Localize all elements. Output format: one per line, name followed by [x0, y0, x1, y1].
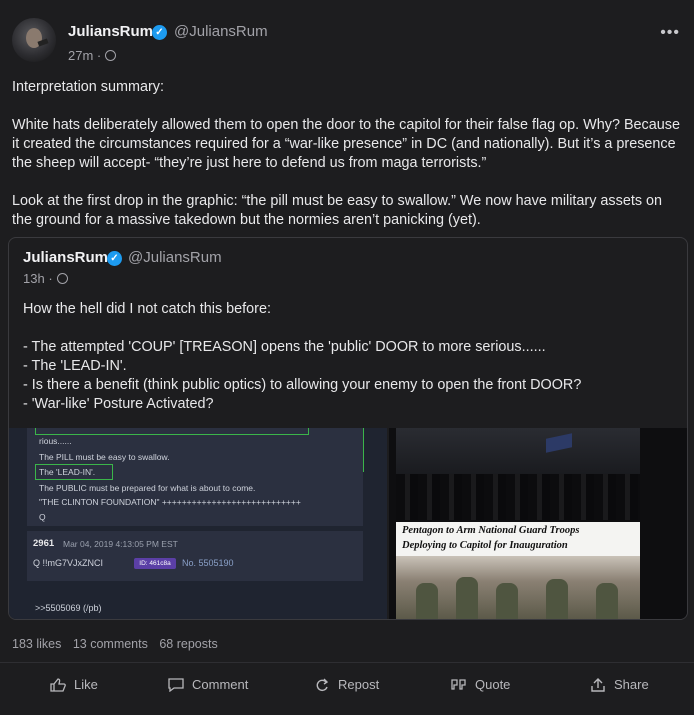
quote-label: Quote	[475, 677, 511, 692]
quote-line: How the hell did I not catch this before…	[23, 301, 271, 317]
drop-line: Q	[39, 512, 46, 522]
drop-line: rious......	[39, 436, 72, 446]
quote-line: - Is there a benefit (think public optic…	[23, 377, 582, 393]
highlight-frame	[363, 428, 364, 472]
post-no: No. 5505190	[182, 558, 234, 568]
comments-count[interactable]: 13 comments	[73, 637, 148, 651]
post-card: JuliansRum ✓ @JuliansRum 27m · ••• Inter…	[0, 0, 694, 715]
post-paragraph: White hats deliberately allowed them to …	[12, 117, 680, 171]
soldier-shape	[456, 577, 478, 619]
reposts-count[interactable]: 68 reposts	[159, 637, 217, 651]
comment-label: Comment	[192, 677, 249, 692]
drop-line: The PILL must be easy to swallow.	[39, 452, 170, 462]
quoted-post[interactable]: JuliansRum ✓ @JuliansRum 13h · How the h…	[8, 237, 688, 620]
crowd-photo	[396, 428, 640, 520]
id-badge: ID: 461c8a	[134, 558, 176, 569]
author-name[interactable]: JuliansRum	[68, 23, 153, 40]
comment-button[interactable]: Comment	[168, 677, 248, 697]
quote-button[interactable]: Quote	[451, 677, 510, 697]
drop-line: "THE CLINTON FOUNDATION" +++++++++++++++…	[39, 497, 301, 507]
quote-author-name[interactable]: JuliansRum	[23, 249, 108, 266]
q-drop-screenshot[interactable]: rious...... The PILL must be easy to swa…	[9, 428, 387, 619]
quote-time-row: 13h ·	[23, 271, 68, 286]
like-button[interactable]: Like	[50, 677, 98, 697]
soldier-shape	[416, 583, 438, 619]
soldier-shape	[496, 583, 518, 619]
drop-line: The 'LEAD-IN'.	[39, 467, 96, 477]
reply-ref: >>5505069 (/pb)	[35, 603, 102, 613]
q-post-header: 2961 Mar 04, 2019 4:13:05 PM EST Q !!mG7…	[27, 531, 363, 581]
quote-line: - The attempted 'COUP' [TREASON] opens t…	[23, 339, 546, 355]
share-icon	[591, 678, 605, 692]
news-image[interactable]: Pentagon to Arm National Guard Troops De…	[389, 428, 687, 619]
post-body: Interpretation summary: White hats delib…	[12, 78, 684, 230]
post-number: 2961	[33, 538, 55, 549]
headline-line: Pentagon to Arm National Guard Troops	[402, 525, 580, 536]
author-handle[interactable]: @JuliansRum	[174, 23, 268, 40]
post-paragraph: Look at the first drop in the graphic: “…	[12, 193, 663, 228]
post-time[interactable]: 27m	[68, 48, 93, 63]
q-drop-box: rious...... The PILL must be easy to swa…	[27, 428, 363, 526]
drop-line: The PUBLIC must be prepared for what is …	[39, 483, 256, 493]
ellipsis-icon[interactable]: •••	[660, 24, 680, 42]
verified-badge-icon: ✓	[152, 25, 167, 40]
post-stats: 183 likes 13 comments 68 reposts	[12, 637, 218, 651]
post-date: Mar 04, 2019 4:13:05 PM EST	[63, 539, 178, 549]
quote-author-handle[interactable]: @JuliansRum	[128, 249, 222, 266]
globe-icon	[56, 273, 68, 284]
repost-label: Repost	[338, 677, 380, 692]
flag-shape	[546, 433, 572, 453]
likes-count[interactable]: 183 likes	[12, 637, 61, 651]
repost-icon	[316, 678, 329, 692]
tripcode: Q !!mG7VJxZNCI	[33, 558, 104, 568]
headline-line: Deploying to Capitol for Inauguration	[402, 540, 568, 551]
avatar[interactable]	[12, 18, 56, 62]
soldier-shape	[596, 583, 618, 619]
share-label: Share	[614, 677, 649, 692]
highlight-frame	[35, 428, 309, 435]
like-label: Like	[74, 677, 98, 692]
divider	[0, 662, 694, 663]
repost-button[interactable]: Repost	[314, 677, 379, 697]
comment-icon	[168, 678, 184, 692]
globe-icon	[105, 50, 117, 61]
quote-line: - The 'LEAD-IN'.	[23, 358, 127, 374]
news-headline: Pentagon to Arm National Guard Troops De…	[396, 522, 640, 556]
troops-photo	[396, 556, 640, 619]
post-paragraph: Interpretation summary:	[12, 79, 164, 95]
quote-line: - 'War-like' Posture Activated?	[23, 396, 214, 412]
soldier-shape	[546, 579, 568, 619]
post-time-row: 27m ·	[68, 48, 117, 63]
like-icon	[50, 678, 66, 692]
share-button[interactable]: Share	[590, 677, 649, 697]
verified-badge-icon: ✓	[107, 251, 122, 266]
crowd-shape	[396, 474, 640, 520]
quote-time[interactable]: 13h	[23, 271, 45, 286]
quote-icon	[451, 679, 466, 690]
